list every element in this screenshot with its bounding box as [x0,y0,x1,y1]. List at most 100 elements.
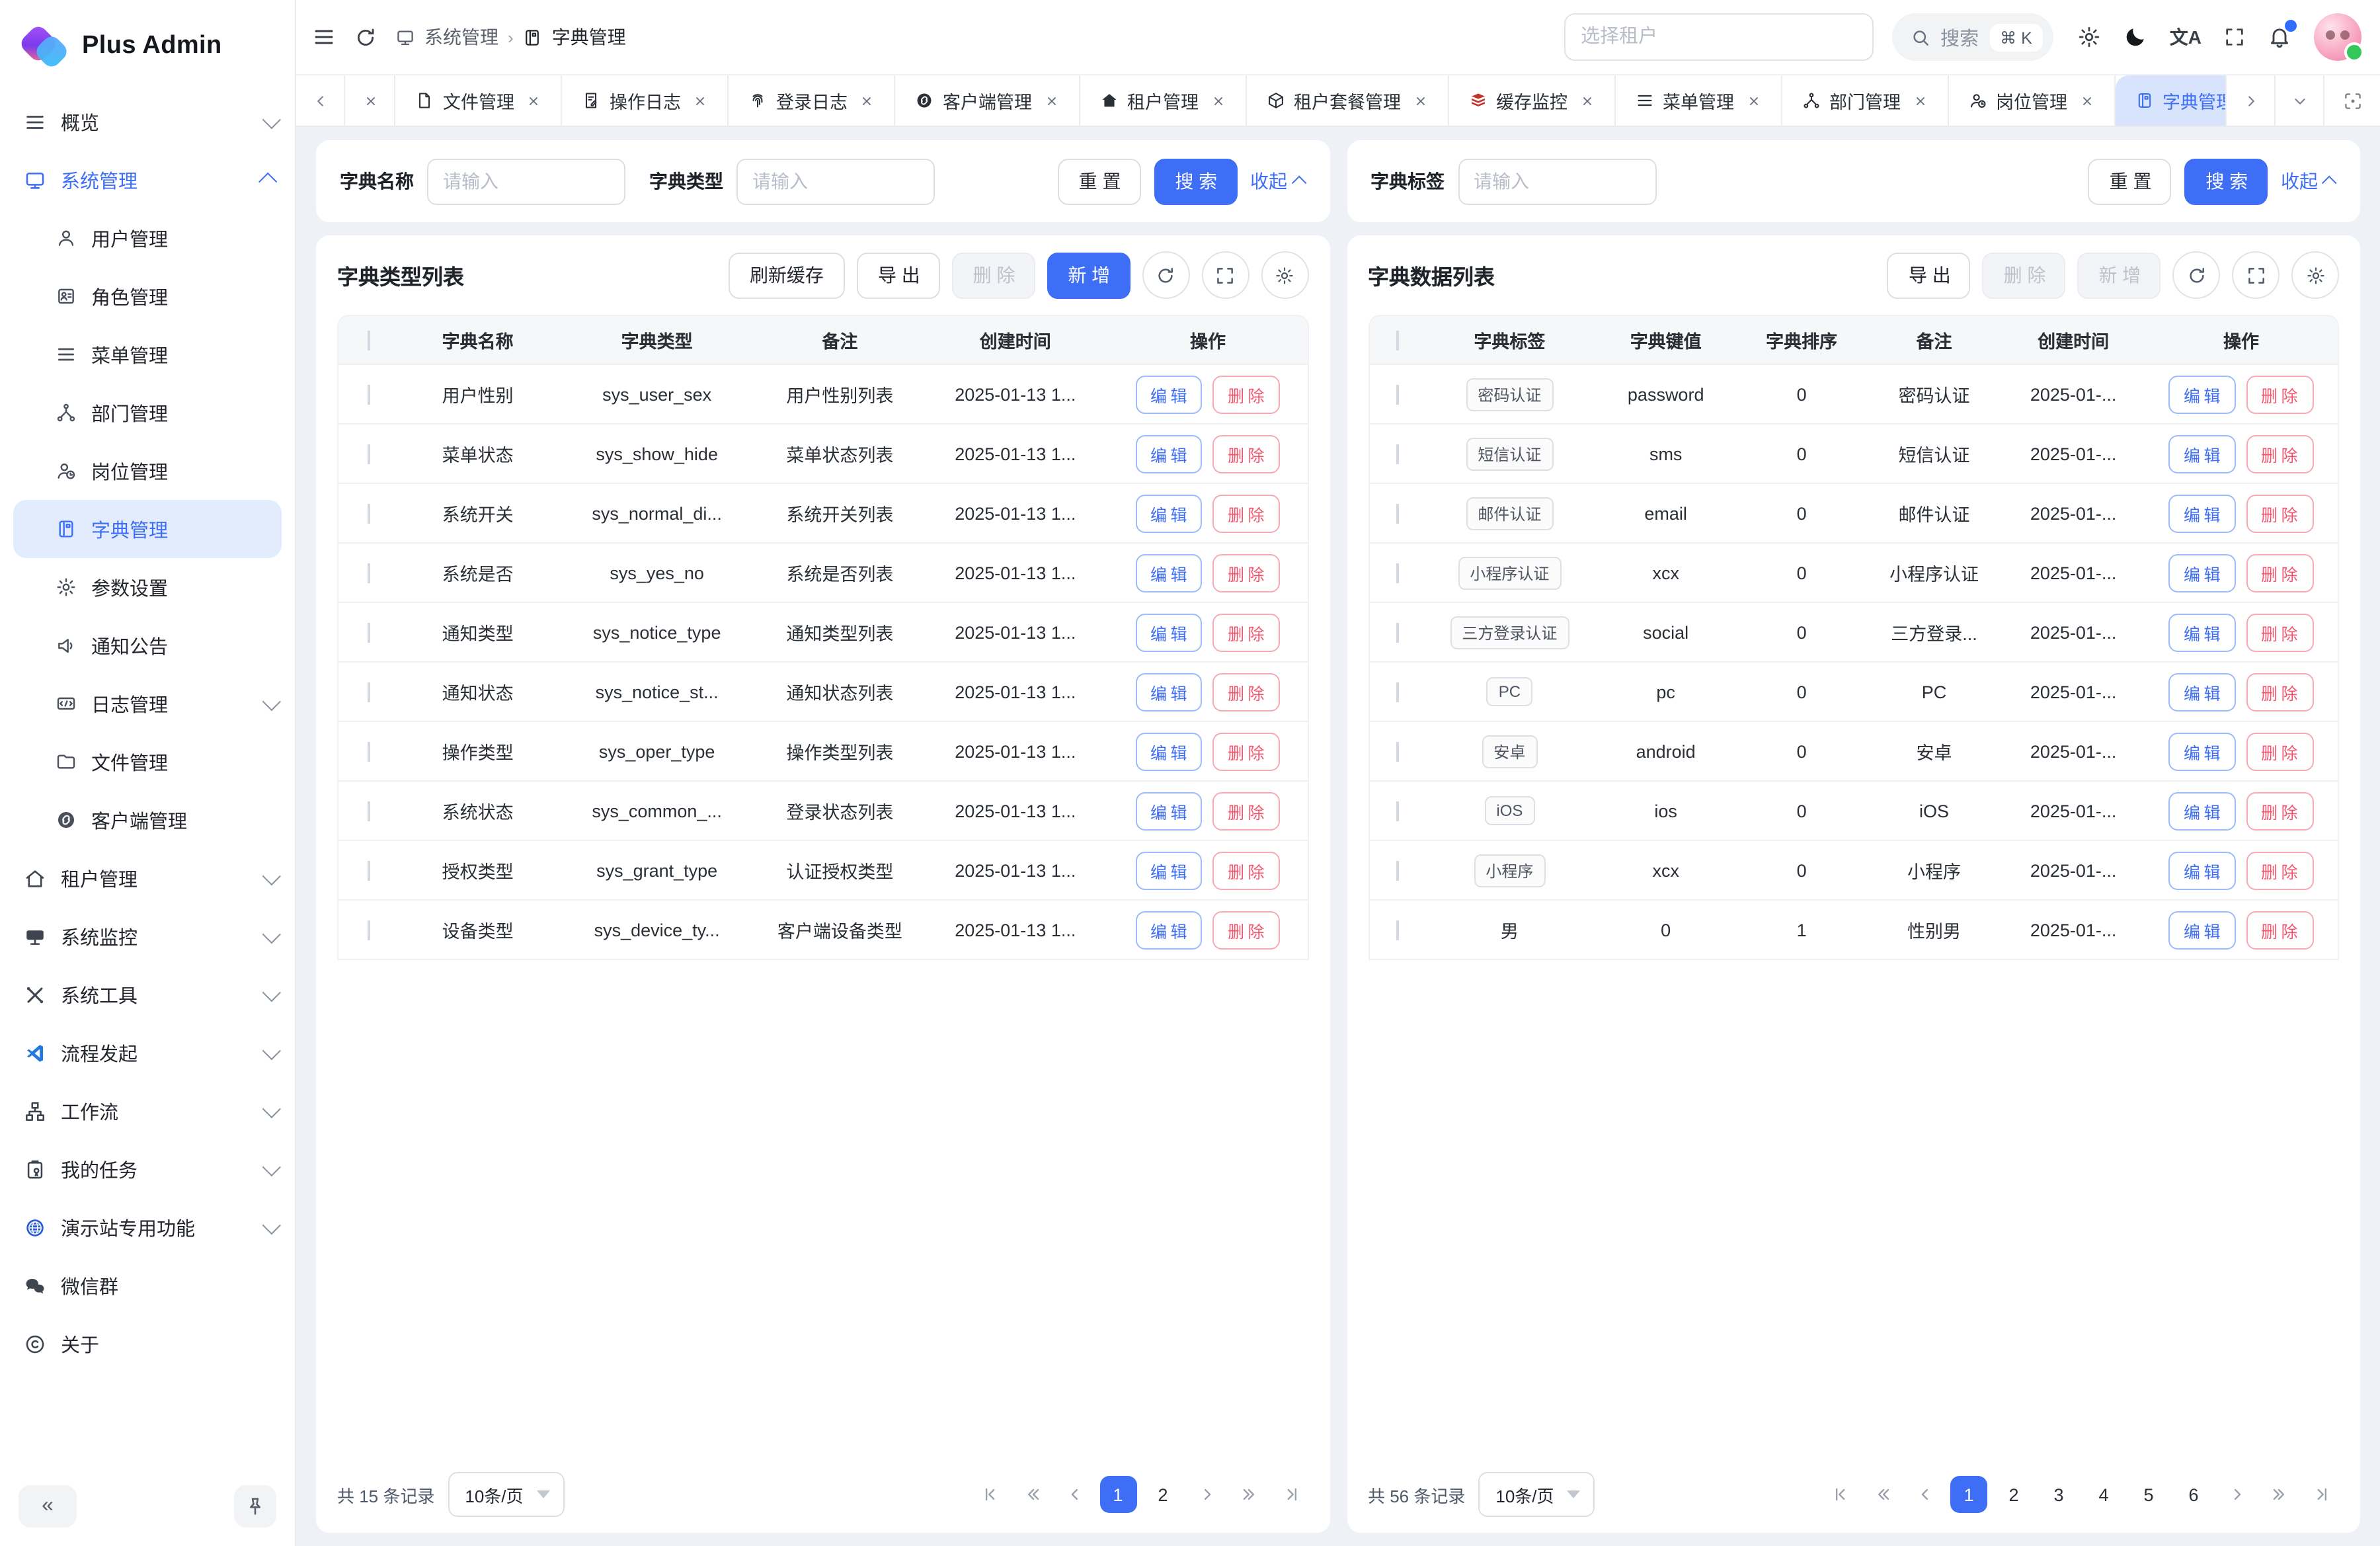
delete-button[interactable]: 删除 [2246,672,2313,711]
prev-group-icon[interactable] [1866,1477,1900,1512]
sidebar-item[interactable]: 角色管理 [0,267,295,325]
select-all-checkbox[interactable] [1396,330,1398,350]
sidebar-item[interactable]: 参数设置 [0,558,295,616]
global-search[interactable]: 搜索 ⌘ K [1891,13,2053,61]
sidebar-item[interactable]: 日志管理 [0,674,295,733]
edit-button[interactable]: 编辑 [1136,375,1203,413]
page-number[interactable]: 5 [2130,1476,2167,1513]
page-size-select[interactable]: 10条/页 [1478,1472,1595,1517]
page-number[interactable]: 1 [1950,1476,1987,1513]
edit-button[interactable]: 编辑 [1136,911,1203,949]
tenant-select-input[interactable] [1564,13,1873,61]
first-page-icon[interactable] [972,1477,1007,1512]
sidebar-item[interactable]: 用户管理 [0,209,295,267]
sidebar-item[interactable]: 字典管理 [13,500,282,558]
delete-button[interactable]: 删除 [1213,434,1280,473]
tabs-dropdown-icon[interactable] [2274,75,2323,126]
next-group-icon[interactable] [2262,1477,2297,1512]
row-checkbox[interactable] [1396,622,1398,642]
sidebar-item[interactable]: 概览 [0,93,295,151]
row-checkbox[interactable] [1396,860,1398,880]
tab[interactable]: 租户管理 [1080,75,1246,126]
collapse-filter-link[interactable]: 收起 [1250,168,1306,194]
row-checkbox[interactable] [368,801,370,821]
expand-icon[interactable] [2232,251,2280,299]
edit-button[interactable]: 编辑 [2169,732,2236,770]
edit-button[interactable]: 编辑 [1136,613,1203,651]
expand-icon[interactable] [1201,251,1249,299]
collapse-filter-link[interactable]: 收起 [2281,168,2336,194]
edit-button[interactable]: 编辑 [2169,851,2236,889]
tab[interactable]: 缓存监控 [1448,75,1615,126]
last-page-icon[interactable] [2305,1477,2339,1512]
tab[interactable]: 字典管理 [2115,75,2225,126]
toolbar-button[interactable]: 新增 [1047,252,1130,298]
sidebar-item[interactable]: 菜单管理 [0,325,295,384]
row-checkbox[interactable] [1396,384,1398,404]
settings-gear-icon[interactable] [2077,25,2101,49]
tab[interactable]: 部门管理 [1782,75,1948,126]
edit-button[interactable]: 编辑 [1136,792,1203,830]
brand[interactable]: Plus Admin [0,0,295,85]
sidebar-collapse-button[interactable]: « [19,1485,77,1527]
edit-button[interactable]: 编辑 [2169,672,2236,711]
tab-close-icon[interactable] [1210,93,1225,108]
tab-close-icon[interactable] [1044,93,1058,108]
tab-close-icon[interactable] [1413,93,1427,108]
page-number[interactable]: 1 [1099,1476,1136,1513]
edit-button[interactable]: 编辑 [1136,434,1203,473]
row-checkbox[interactable] [368,920,370,940]
search-button[interactable]: 搜索 [1154,158,1237,204]
delete-button[interactable]: 删除 [2246,553,2313,592]
delete-button[interactable]: 删除 [1213,553,1280,592]
edit-button[interactable]: 编辑 [2169,911,2236,949]
delete-button[interactable]: 删除 [2246,434,2313,473]
tab[interactable]: 客户端管理 [895,75,1080,126]
prev-page-icon[interactable] [1057,1477,1091,1512]
tabs-scroll-left-icon[interactable] [296,75,345,126]
user-avatar[interactable] [2314,13,2361,61]
delete-button[interactable]: 删除 [1213,494,1280,532]
edit-button[interactable]: 编辑 [1136,553,1203,592]
sidebar-item[interactable]: 文件管理 [0,733,295,791]
delete-button[interactable]: 删除 [2246,851,2313,889]
tab[interactable]: 操作日志 [562,75,729,126]
sidebar-item[interactable]: 系统管理 [0,151,295,209]
delete-button[interactable]: 删除 [1213,375,1280,413]
sidebar-item[interactable]: 演示站专用功能 [0,1198,295,1256]
tab[interactable]: 岗位管理 [1948,75,2115,126]
page-size-select[interactable]: 10条/页 [448,1472,564,1517]
toolbar-button[interactable]: 删除 [952,252,1035,298]
delete-button[interactable]: 删除 [1213,792,1280,830]
edit-button[interactable]: 编辑 [2169,792,2236,830]
refresh-icon[interactable] [354,26,377,48]
tab[interactable]: 登录日志 [729,75,895,126]
row-checkbox[interactable] [1396,682,1398,702]
breadcrumb-item[interactable]: 系统管理 [424,24,498,50]
next-page-icon[interactable] [2220,1477,2254,1512]
page-number[interactable]: 4 [2085,1476,2122,1513]
pin-icon[interactable] [234,1485,276,1527]
row-checkbox[interactable] [368,682,370,702]
dict-type-input[interactable] [736,158,935,204]
tab[interactable]: 租户套餐管理 [1246,75,1448,126]
delete-button[interactable]: 删除 [1213,851,1280,889]
delete-button[interactable]: 删除 [1213,672,1280,711]
menu-toggle-icon[interactable] [312,25,336,49]
fullscreen-icon[interactable] [2224,26,2245,48]
edit-button[interactable]: 编辑 [1136,494,1203,532]
delete-button[interactable]: 删除 [2246,911,2313,949]
search-button[interactable]: 搜索 [2184,158,2268,204]
delete-button[interactable]: 删除 [2246,494,2313,532]
dict-name-input[interactable] [427,158,625,204]
prev-group-icon[interactable] [1015,1477,1049,1512]
tab-close-icon[interactable] [1913,93,1927,108]
edit-button[interactable]: 编辑 [2169,553,2236,592]
toolbar-button[interactable]: 新增 [2077,252,2161,298]
tab-partial-close-icon[interactable] [345,75,395,126]
dark-mode-moon-icon[interactable] [2123,25,2147,49]
delete-button[interactable]: 删除 [1213,613,1280,651]
tab-close-icon[interactable] [693,93,707,108]
dict-tag-input[interactable] [1458,158,1656,204]
toolbar-button[interactable]: 刷新缓存 [729,252,845,298]
